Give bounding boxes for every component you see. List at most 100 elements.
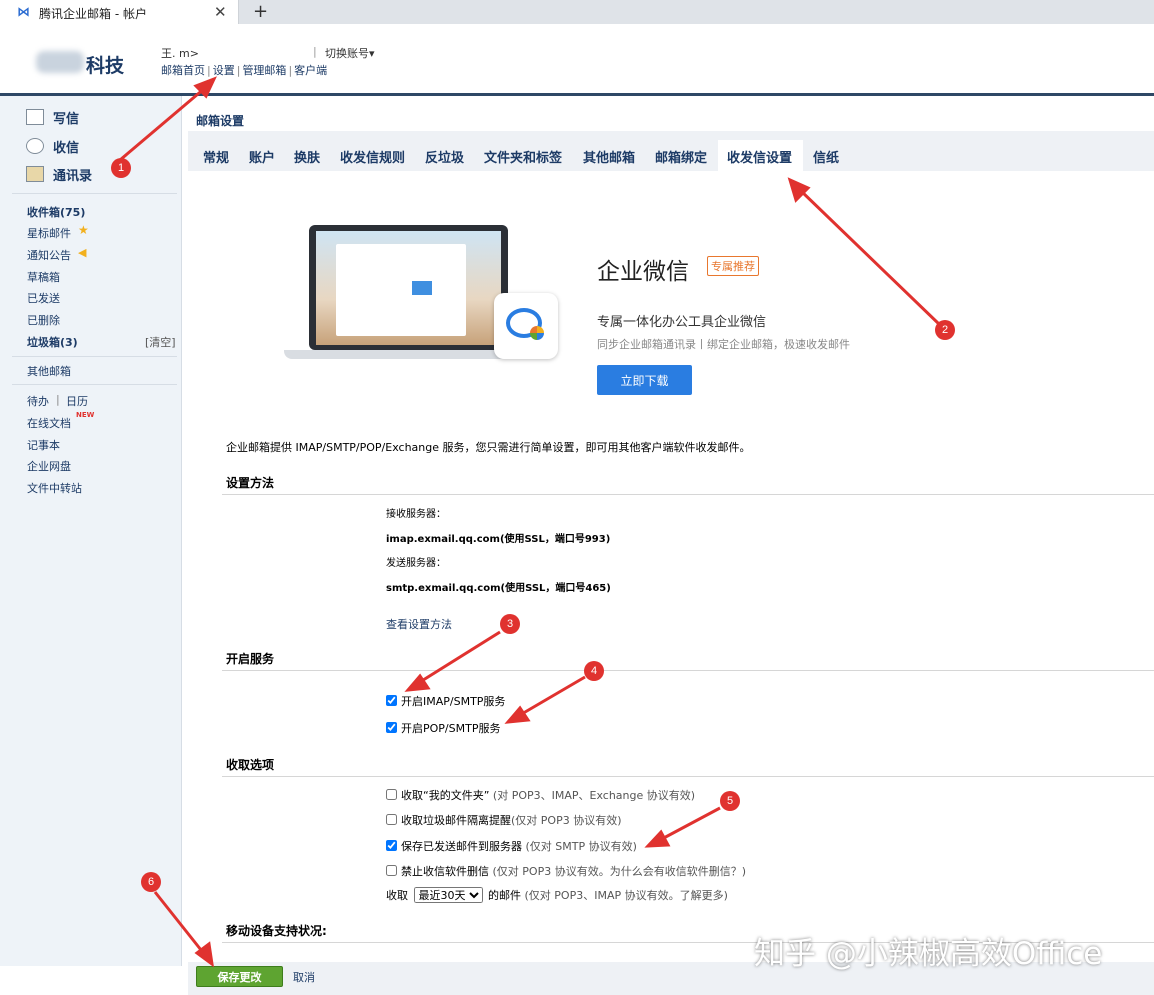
speaker-icon: ◀: [78, 246, 87, 259]
switch-account-link[interactable]: 切换账号▾: [325, 45, 375, 61]
nav-settings[interactable]: 设置: [213, 64, 235, 77]
imap-smtp-option[interactable]: 开启IMAP/SMTP服务: [386, 693, 505, 709]
sidebar-divider: [12, 384, 177, 385]
fetch-my-folders-checkbox[interactable]: [386, 789, 397, 800]
arrow-3-head: [404, 673, 431, 692]
sidebar-item-netdisk[interactable]: 企业网盘: [27, 458, 71, 474]
sidebar-divider: [12, 193, 177, 194]
sidebar-item-notices[interactable]: 通知公告: [27, 247, 71, 263]
arrow-4-line: [519, 675, 586, 717]
view-setup-link[interactable]: 查看设置方法: [386, 616, 452, 632]
promo-subtitle: 专属一体化办公工具企业微信: [597, 315, 767, 330]
imap-smtp-label: 开启IMAP/SMTP服务: [401, 695, 506, 708]
contacts-button[interactable]: 通讯录: [53, 165, 92, 184]
inbox-icon: [26, 138, 44, 154]
nav-separator: |: [207, 64, 211, 77]
sidebar-item-file-transfer[interactable]: 文件中转站: [27, 480, 82, 496]
pop-smtp-checkbox[interactable]: [386, 722, 397, 733]
recv-server-value: imap.exmail.qq.com(使用SSL，端口号993): [386, 534, 611, 545]
spam-quarantine-note: (仅对 POP3 协议有效): [511, 814, 622, 827]
tab-stationery[interactable]: 信纸: [813, 147, 839, 166]
inbox-button[interactable]: 收信: [53, 137, 79, 156]
arrow-5-head: [644, 829, 671, 848]
forbid-delete-checkbox[interactable]: [386, 865, 397, 876]
sidebar-item-deleted[interactable]: 已删除: [27, 312, 60, 328]
tab-other-mailboxes[interactable]: 其他邮箱: [583, 147, 635, 166]
nav-mail-home[interactable]: 邮箱首页: [161, 64, 205, 77]
fetch-my-folders-note: (对 POP3、IMAP、Exchange 协议有效): [492, 789, 696, 802]
fetch-range-prefix: 收取: [386, 889, 408, 902]
service-intro-text: 企业邮箱提供 IMAP/SMTP/POP/Exchange 服务，您只需进行简单…: [226, 441, 751, 454]
pop-smtp-option[interactable]: 开启POP/SMTP服务: [386, 720, 500, 736]
envelope-icon: [412, 281, 432, 295]
section-divider: [222, 494, 1154, 495]
tab-skin[interactable]: 换肤: [294, 147, 320, 166]
sidebar-separator: |: [56, 393, 60, 406]
nav-manage-mail[interactable]: 管理邮箱: [242, 64, 286, 77]
section-divider: [222, 776, 1154, 777]
arrow-6-head: [194, 941, 215, 968]
sidebar-item-sent[interactable]: 已发送: [27, 290, 60, 306]
annotation-badge-6: 6: [141, 872, 161, 892]
nav-client[interactable]: 客户端: [294, 64, 327, 77]
sidebar-item-starred[interactable]: 星标邮件: [27, 225, 71, 241]
tab-general[interactable]: 常规: [203, 147, 229, 166]
save-changes-button[interactable]: 保存更改: [196, 966, 283, 987]
annotation-badge-4: 4: [584, 661, 604, 681]
fetch-range-select[interactable]: 最近30天: [413, 887, 483, 903]
zhihu-watermark: 知乎 @小辣椒高效Office: [754, 936, 1103, 972]
send-server-label: 发送服务器：: [386, 558, 446, 569]
tab-mail-rules[interactable]: 收发信规则: [340, 147, 405, 166]
forbid-delete-label: 禁止收信软件删信: [401, 865, 489, 878]
tab-folders-labels[interactable]: 文件夹和标签: [484, 147, 562, 166]
forbid-delete-option[interactable]: 禁止收信软件删信 (仅对 POP3 协议有效。为什么会有收信软件删信？): [386, 863, 746, 879]
annotation-badge-5: 5: [720, 791, 740, 811]
spam-quarantine-option[interactable]: 收取垃圾邮件隔离提醒(仅对 POP3 协议有效): [386, 812, 622, 828]
arrow-2-head: [787, 177, 811, 203]
new-tab-icon[interactable]: +: [253, 1, 268, 22]
spam-quarantine-label: 收取垃圾邮件隔离提醒: [401, 814, 511, 827]
arrow-3-line: [419, 630, 501, 684]
sidebar-item-drafts[interactable]: 草稿箱: [27, 269, 60, 285]
sidebar-item-spam[interactable]: 垃圾箱(3): [27, 334, 78, 350]
download-now-button[interactable]: 立即下载: [597, 365, 692, 395]
sidebar-item-todo[interactable]: 待办: [27, 393, 49, 409]
nav-separator: |: [288, 64, 293, 77]
account-separator: |: [313, 45, 317, 58]
tab-account[interactable]: 账户: [249, 147, 275, 166]
save-sent-option[interactable]: 保存已发送邮件到服务器 (仅对 SMTP 协议有效): [386, 838, 637, 854]
imap-smtp-checkbox[interactable]: [386, 695, 397, 706]
forbid-delete-note: (仅对 POP3 协议有效。为什么会有收信软件删信？): [492, 865, 747, 878]
account-name: 王. m>: [161, 47, 199, 60]
tab-anti-spam[interactable]: 反垃圾: [425, 147, 464, 166]
promo-title: 企业微信: [597, 259, 689, 285]
annotation-badge-1: 1: [111, 158, 131, 178]
compose-icon: [26, 109, 44, 125]
sidebar-item-inbox[interactable]: 收件箱(75): [27, 204, 85, 220]
save-sent-label: 保存已发送邮件到服务器: [401, 840, 522, 853]
fetch-my-folders-option[interactable]: 收取“我的文件夹” (对 POP3、IMAP、Exchange 协议有效): [386, 787, 695, 803]
annotation-badge-2: 2: [935, 320, 955, 340]
recv-server-label: 接收服务器：: [386, 509, 446, 520]
arrow-4-head: [504, 705, 531, 724]
pop-smtp-label: 开启POP/SMTP服务: [401, 722, 501, 735]
tab-mailbox-binding[interactable]: 邮箱绑定: [655, 147, 707, 166]
sidebar-item-other-mail[interactable]: 其他邮箱: [27, 363, 71, 379]
wecom-color-dots-icon: [530, 326, 544, 340]
fetch-range-suffix: 的邮件: [488, 889, 521, 902]
company-logo-text: 科技: [86, 55, 125, 77]
compose-button[interactable]: 写信: [53, 108, 79, 127]
save-sent-checkbox[interactable]: [386, 840, 397, 851]
cancel-link[interactable]: 取消: [293, 969, 315, 985]
fetch-range-note: (仅对 POP3、IMAP 协议有效。了解更多): [524, 889, 728, 902]
laptop-window: [336, 244, 466, 336]
sidebar-item-calendar[interactable]: 日历: [66, 393, 88, 409]
section-title-mobile: 移动设备支持状况:: [226, 924, 327, 938]
clear-spam-link[interactable]: [清空]: [145, 334, 176, 350]
contacts-icon: [26, 166, 44, 182]
sidebar-item-notes[interactable]: 记事本: [27, 437, 60, 453]
spam-quarantine-checkbox[interactable]: [386, 814, 397, 825]
tab-send-receive-settings[interactable]: 收发信设置: [727, 147, 792, 166]
sidebar-item-online-docs[interactable]: 在线文档: [27, 415, 71, 431]
close-tab-icon[interactable]: ✕: [214, 3, 227, 21]
